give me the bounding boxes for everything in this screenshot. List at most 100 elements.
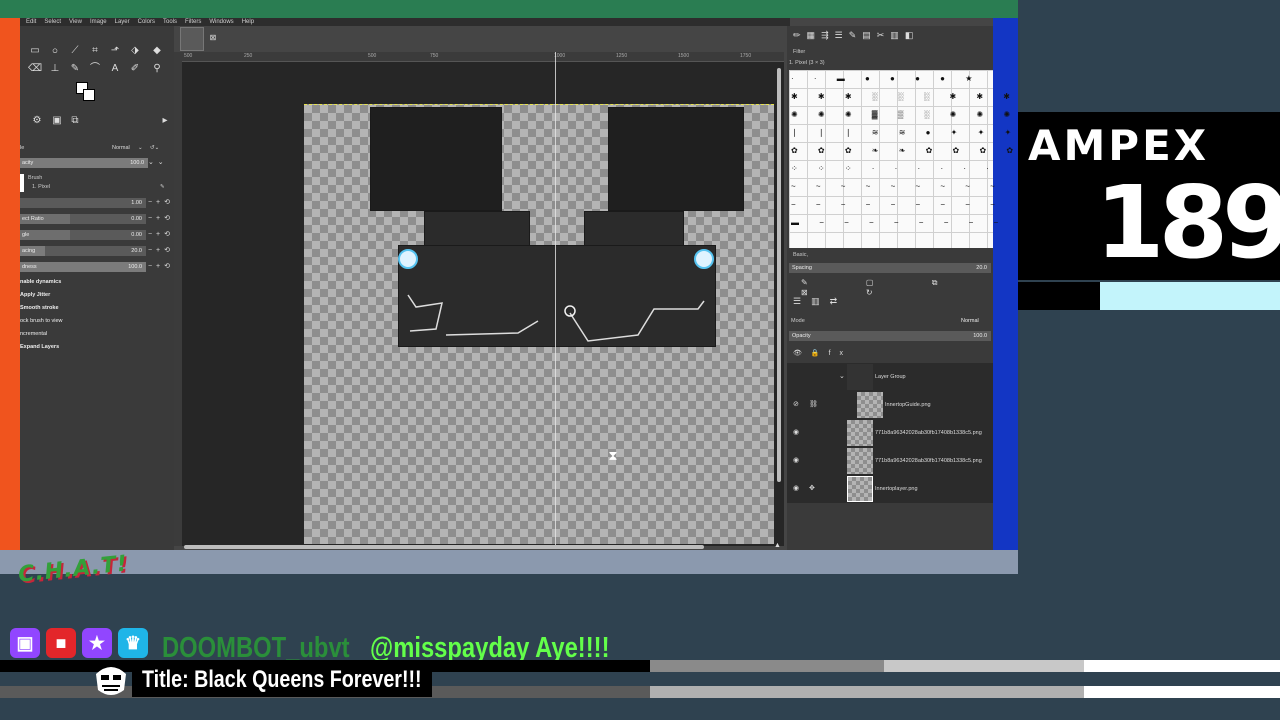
eye-hidden-icon[interactable]: ⊘ (793, 400, 799, 408)
brush-spacing-slider[interactable]: Spacing 20.0 (789, 263, 991, 273)
layer-opacity-value: 100.0 (973, 333, 987, 339)
paths-icon[interactable]: ⌒ (88, 62, 102, 76)
ruler-tick: 250 (244, 53, 253, 59)
menu-edit[interactable]: Edit (26, 18, 36, 26)
pencil-tab-icon[interactable]: ✎ (849, 30, 857, 41)
incremental-checkbox[interactable]: ncremental (20, 329, 47, 339)
move-icon[interactable]: ✥ (809, 484, 815, 492)
vertical-ruler[interactable] (174, 52, 182, 546)
eye-icon[interactable]: ◉ (793, 484, 799, 492)
background-color-swatch[interactable] (83, 89, 95, 101)
menu-tools[interactable]: Tools (163, 18, 177, 26)
angle-slider[interactable]: gle 0.00 (20, 230, 146, 240)
vertical-guide[interactable] (555, 52, 556, 546)
document-tab-icon[interactable]: ▤ (862, 30, 871, 41)
image-canvas[interactable] (304, 104, 774, 544)
horizontal-ruler[interactable]: 500 250 500 750 1000 1250 1500 1750 (178, 52, 784, 62)
layer-row[interactable]: ⌄ Layer Group (787, 363, 993, 391)
title-band-seg (884, 660, 1084, 672)
left-frame-strip (0, 18, 20, 550)
menu-help[interactable]: Help (242, 18, 254, 26)
crown-badge-icon: ♛ (118, 628, 148, 658)
apply-jitter-checkbox[interactable]: Apply Jitter (20, 290, 50, 300)
brush-filter-input[interactable]: Filter (793, 48, 805, 56)
brush-action-bar[interactable]: ✎ ▢ ⧉ ⊠ ↻ (801, 278, 993, 297)
chain-icon[interactable]: ⛓ (809, 400, 818, 408)
chevron-down-icon[interactable]: ⌄ (138, 142, 143, 154)
image-tab-thumbnail[interactable] (180, 27, 204, 51)
layer-mode-select[interactable]: Normal (961, 317, 979, 325)
menu-filters[interactable]: Filters (185, 18, 201, 26)
layers-tab-bar[interactable]: ☰▥⇄ (793, 296, 847, 307)
hardness-slider[interactable]: dness 100.0 (20, 262, 146, 272)
bucket-fill-icon[interactable]: ◆ (150, 44, 164, 58)
grid-tab-icon[interactable]: ▥ (890, 30, 899, 41)
brush-grid[interactable]: · · ▬ ● ● ● ● ★ ✱ ✱ ✱ ░ ░ ░ ✱ ✱ ✱ ✺ ✺ ✺ … (789, 70, 1013, 248)
fuzzy-select-icon[interactable]: ⟋ (68, 44, 82, 58)
ruler-tick: 1750 (740, 53, 752, 59)
expand-layers-checkbox[interactable]: Expand Layers (20, 342, 59, 352)
edit-brush-icon[interactable]: ✎ (160, 183, 165, 191)
aspect-ratio-slider[interactable]: ect Ratio 0.00 (20, 214, 146, 224)
size-slider[interactable]: 1.00 (20, 198, 146, 208)
menu-layer[interactable]: Layer (115, 18, 130, 26)
zoom-icon[interactable]: ⚲ (150, 62, 164, 76)
lasso-icon[interactable]: ဝ (48, 44, 62, 58)
device-status-icon[interactable]: ▣ (50, 114, 64, 128)
menu-select[interactable]: Select (44, 18, 61, 26)
transform-icon[interactable]: ⬏ (108, 44, 122, 58)
brush-preview[interactable] (20, 174, 24, 192)
warp-icon[interactable]: ⬗ (128, 44, 142, 58)
toolbox-panel: ▭ ဝ ⟋ ⌗ ⬏ ⬗ ◆ ⌫ ⊥ ✎ ⌒ A ✐ ⚲ ⚙ ▣ ⧉ ▸ le N… (20, 26, 183, 550)
title-band-seg (650, 660, 884, 672)
layer-opacity-slider[interactable]: Opacity 100.0 (789, 331, 991, 341)
crop-icon[interactable]: ⌗ (88, 44, 102, 58)
eye-icon[interactable]: ◉ (793, 456, 799, 464)
smudge-icon[interactable]: ✎ (68, 62, 82, 76)
menu-image[interactable]: Image (90, 18, 107, 26)
palette-tab-icon[interactable]: ✂ (877, 30, 885, 41)
enable-dynamics-checkbox[interactable]: nable dynamics (20, 277, 61, 287)
ruler-tick: 1250 (616, 53, 628, 59)
lock-row[interactable]: 👁🔒fx (793, 349, 852, 357)
color-picker-icon[interactable]: ✐ (128, 62, 142, 76)
brush-tag-input[interactable]: Basic, (793, 251, 808, 259)
lock-brush-checkbox[interactable]: ock brush to view (20, 316, 63, 326)
rect-select-icon[interactable]: ▭ (28, 44, 42, 58)
gradients-tab-icon[interactable]: ☰ (835, 30, 843, 41)
eraser-icon[interactable]: ⌫ (28, 62, 42, 76)
smooth-stroke-checkbox[interactable]: Smooth stroke (20, 303, 59, 313)
spacing-slider[interactable]: acing 20.0 (20, 246, 146, 256)
eye-icon[interactable]: ◉ (793, 428, 799, 436)
reset-icon[interactable]: ↺⌄ (150, 142, 159, 154)
fonts-tab-icon[interactable]: ⇶ (821, 30, 829, 41)
vertical-scrollbar[interactable] (777, 68, 781, 482)
layer-name: 771b8a96342028ab30fb17408b1338c5.png (875, 458, 982, 464)
panel-menu-icon[interactable]: ▸ (158, 114, 172, 128)
opacity-slider[interactable]: acity 100.0 (20, 158, 148, 168)
stream-layout: Edit Select View Image Layer Colors Tool… (0, 0, 1280, 720)
layer-row[interactable]: ◉ 771b8a96342028ab30fb17408b1338c5.png (787, 419, 993, 447)
mode-row: le Normal ⌄ ↺⌄ (20, 142, 174, 154)
undo-history-icon[interactable]: ⧉ (68, 114, 82, 128)
brush-row: ▬ − − − − − − − − (791, 218, 1008, 227)
gradient-tab-icon[interactable]: ◧ (905, 30, 914, 41)
ampex-bar-light (1100, 282, 1280, 310)
layer-row[interactable]: ◉ ✥ Innertoplayer.png (787, 475, 993, 503)
text-tool-icon[interactable]: A (108, 62, 122, 76)
stamp-icon[interactable]: ⊥ (48, 62, 62, 76)
layer-row[interactable]: ◉ 771b8a96342028ab30fb17408b1338c5.png (787, 447, 993, 475)
horizontal-scrollbar[interactable] (184, 545, 704, 549)
layer-row[interactable]: ⊘ ⛓ InnertopGuide.png (787, 391, 993, 419)
circuit-lines (407, 294, 705, 342)
mode-select[interactable]: Normal (112, 142, 130, 154)
navigate-icon[interactable]: ▲ (774, 542, 784, 550)
tool-options-icon[interactable]: ⚙ (30, 114, 44, 128)
menu-view[interactable]: View (69, 18, 82, 26)
menu-windows[interactable]: Windows (209, 18, 233, 26)
brushes-tab-icon[interactable]: ✏ (793, 30, 801, 41)
patterns-tab-icon[interactable]: ▦ (807, 30, 816, 41)
menu-colors[interactable]: Colors (138, 18, 155, 26)
chevron-down-icon[interactable]: ⌄ (839, 372, 845, 380)
close-icon[interactable]: ⊠ (208, 33, 218, 43)
